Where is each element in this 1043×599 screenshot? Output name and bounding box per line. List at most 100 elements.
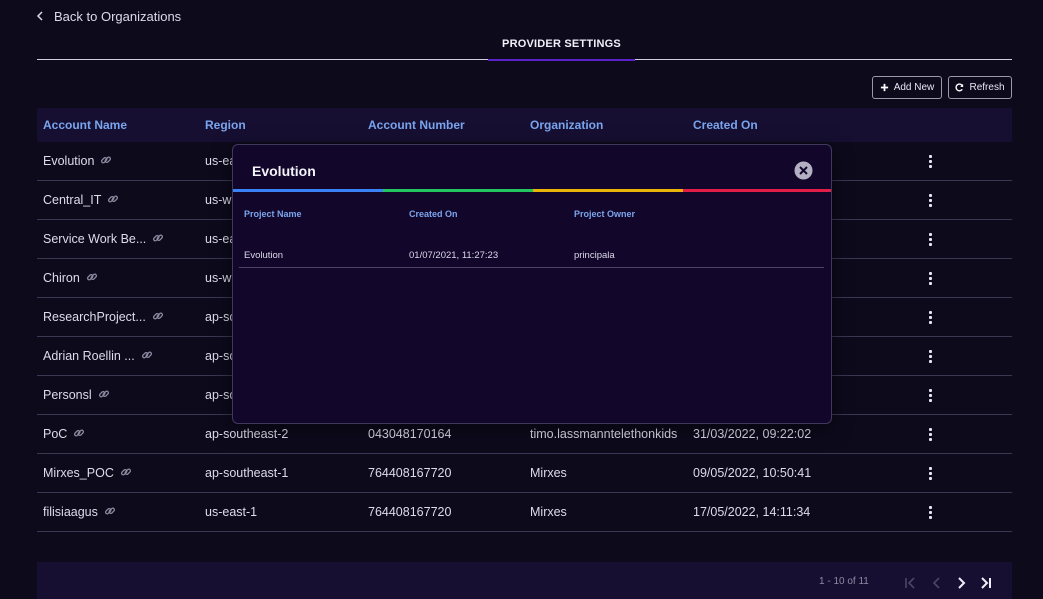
row-actions-icon[interactable] [925, 233, 935, 246]
link-icon[interactable] [152, 299, 164, 320]
previous-page-icon[interactable] [930, 576, 944, 590]
cell-region-text: ap-southeast-1 [205, 466, 289, 480]
cell-account-name: Chiron [43, 259, 98, 297]
row-actions-icon[interactable] [925, 311, 935, 324]
link-icon[interactable] [73, 416, 85, 437]
cell-organization: Mirxes [530, 454, 567, 492]
cell-account-number: 764408167720 [368, 454, 451, 492]
link-icon[interactable] [120, 455, 132, 476]
cell-organization-text: Mirxes [530, 505, 567, 519]
modal-row-divider [239, 267, 824, 268]
cell-region: us-w [205, 259, 231, 297]
modal-color-stripe [233, 189, 831, 192]
link-icon[interactable] [100, 143, 112, 164]
back-to-organizations-link[interactable]: Back to Organizations [36, 8, 181, 24]
modal-header-project-name: Project Name [244, 209, 302, 219]
cell-account-number-text: 764408167720 [368, 466, 452, 480]
modal-header-created-on: Created On [409, 209, 458, 219]
pagination-bar: 1 - 10 of 11 [37, 562, 1012, 599]
close-icon[interactable] [794, 161, 813, 180]
cell-created-on-text: 09/05/2022, 10:50:41 [693, 466, 812, 480]
cell-account-name-text: Chiron [43, 271, 80, 285]
cell-region: us-east-1 [205, 493, 257, 531]
modal-cell-project-name: Evolution [244, 250, 284, 261]
row-actions-icon[interactable] [925, 155, 935, 168]
link-icon[interactable] [141, 338, 153, 359]
back-link-label: Back to Organizations [54, 8, 182, 24]
link-icon[interactable] [152, 221, 164, 242]
refresh-icon [955, 83, 964, 92]
project-modal: Evolution Project Name Created On Projec… [232, 144, 832, 424]
cell-organization-text: timo.lassmanntelethonkids [530, 427, 678, 441]
row-actions-icon[interactable] [925, 194, 935, 207]
header-region[interactable]: Region [205, 108, 246, 142]
header-account-name[interactable]: Account Name [43, 108, 127, 142]
cell-account-number: 764408167720 [368, 493, 451, 531]
chevron-left-icon [36, 11, 43, 21]
row-actions-icon[interactable] [925, 350, 935, 363]
cell-region-text: ap-southeast-2 [205, 427, 289, 441]
row-actions-icon[interactable] [925, 272, 935, 285]
modal-cell-created-on: 01/07/2021, 11:27:23 [409, 250, 499, 261]
cell-account-name: Central_IT [43, 181, 119, 219]
cell-account-name-text: Personsl [43, 388, 92, 402]
header-account-number[interactable]: Account Number [368, 108, 465, 142]
cell-account-name: ResearchProject... [43, 298, 164, 336]
cell-region: ap-southeast-1 [205, 454, 288, 492]
link-icon[interactable] [86, 260, 98, 281]
cell-account-name: Service Work Be... [43, 220, 164, 258]
tab-bar: PROVIDER SETTINGS [37, 28, 1012, 61]
cell-organization: Mirxes [530, 493, 567, 531]
header-organization[interactable]: Organization [530, 108, 603, 142]
cell-account-name-text: Central_IT [43, 193, 102, 207]
cell-organization-text: Mirxes [530, 466, 567, 480]
pagination-info: 1 - 10 of 11 [819, 576, 869, 587]
cell-account-name-text: ResearchProject... [43, 310, 146, 324]
last-page-icon[interactable] [979, 576, 993, 590]
table-row[interactable]: Mirxes_POC ap-southeast-1 764408167720 Mirx… [37, 454, 1012, 493]
cell-region-text: us-east-1 [205, 505, 258, 519]
cell-account-name: Mirxes_POC [43, 454, 132, 492]
next-page-icon[interactable] [954, 576, 968, 590]
modal-cell-project-owner: principala [574, 250, 615, 261]
cell-account-name: Evolution [43, 142, 112, 180]
cell-account-name: Adrian Roellin ... [43, 337, 153, 375]
row-actions-icon[interactable] [925, 428, 935, 441]
cell-created-on-text: 17/05/2022, 14:11:34 [693, 505, 811, 519]
cell-account-number-text: 043048170164 [368, 427, 452, 441]
modal-title: Evolution [252, 163, 316, 179]
cell-account-name-text: Service Work Be... [43, 232, 147, 246]
link-icon[interactable] [98, 377, 110, 398]
cell-account-name-text: Mirxes_POC [43, 466, 114, 480]
plus-icon [880, 83, 888, 92]
cell-account-number-text: 764408167720 [368, 505, 452, 519]
row-actions-icon[interactable] [925, 389, 935, 402]
cell-account-name: Personsl [43, 376, 110, 414]
link-icon[interactable] [104, 494, 116, 515]
cell-region: us-w [205, 181, 231, 219]
cell-created-on-text: 31/03/2022, 09:22:02 [693, 427, 812, 441]
row-actions-icon[interactable] [925, 506, 935, 519]
add-new-button[interactable]: Add New [872, 76, 942, 99]
add-new-label: Add New [893, 82, 935, 93]
cell-created-on: 17/05/2022, 14:11:34 [693, 493, 810, 531]
tab-provider-settings[interactable]: PROVIDER SETTINGS [488, 28, 635, 61]
cell-account-name-text: Evolution [43, 154, 95, 168]
cell-created-on: 09/05/2022, 10:50:41 [693, 454, 811, 492]
refresh-button[interactable]: Refresh [948, 76, 1012, 99]
link-icon[interactable] [107, 182, 119, 203]
cell-region-text: us-w [205, 193, 232, 207]
first-page-icon[interactable] [903, 576, 917, 590]
row-actions-icon[interactable] [925, 467, 935, 480]
cell-region-text: us-w [205, 271, 232, 285]
cell-account-name-text: Adrian Roellin ... [43, 349, 135, 363]
header-created-on[interactable]: Created On [693, 108, 758, 142]
modal-header-project-owner: Project Owner [574, 209, 636, 219]
cell-account-name-text: PoC [43, 427, 68, 441]
table-row[interactable]: filisiaagus us-east-1 764408167720 Mirxes 17… [37, 493, 1012, 532]
cell-account-name-text: filisiaagus [43, 505, 98, 519]
cell-account-name: PoC [43, 415, 85, 453]
table-header: Account Name Region Account Number Organ… [37, 108, 1012, 142]
refresh-label: Refresh [969, 82, 1005, 93]
cell-account-name: filisiaagus [43, 493, 116, 531]
